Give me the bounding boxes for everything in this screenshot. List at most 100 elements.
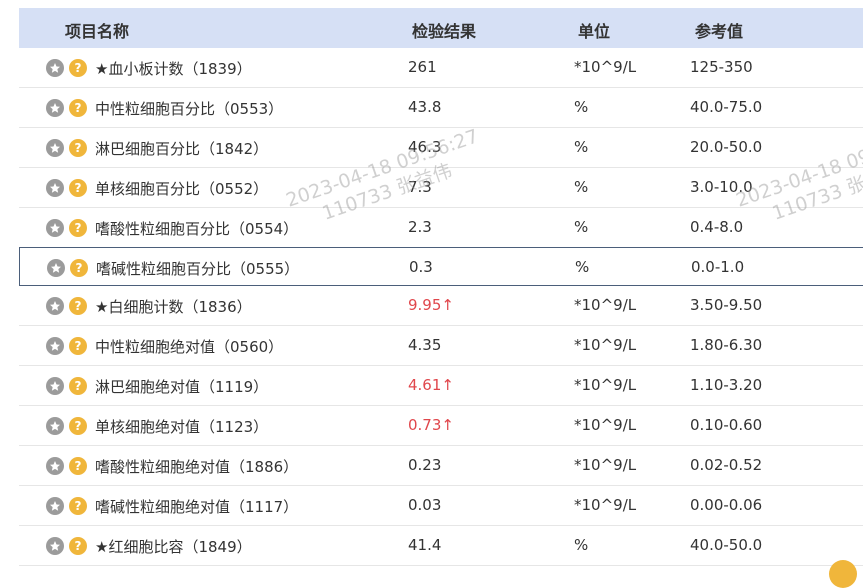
test-reference: 40.0-75.0 bbox=[690, 98, 763, 116]
table-row[interactable]: ? 嗜酸性粒细胞百分比（0554） 2.3% 0.4-8.0 bbox=[19, 208, 863, 248]
test-result: 46.3 bbox=[408, 138, 442, 156]
question-icon[interactable]: ? bbox=[69, 537, 87, 555]
question-icon[interactable]: ? bbox=[69, 297, 87, 315]
test-reference: 1.80-6.30 bbox=[690, 336, 763, 354]
test-result: 0.23 bbox=[408, 456, 442, 474]
test-name: 嗜酸性粒细胞绝对值（1886） bbox=[95, 458, 299, 476]
question-icon[interactable]: ? bbox=[69, 219, 87, 237]
table-row[interactable]: ? 嗜酸性粒细胞绝对值（1886） 0.23 *10^9/L 0.02-0.52 bbox=[19, 446, 863, 486]
star-icon[interactable] bbox=[46, 139, 64, 157]
header-unit: 单位 bbox=[578, 22, 611, 41]
test-unit: *10^9/L bbox=[574, 456, 637, 474]
question-icon[interactable]: ? bbox=[69, 99, 87, 117]
star-icon[interactable] bbox=[46, 537, 64, 555]
table-row[interactable]: ? 淋巴细胞绝对值（1119） 4.61↑ *10^9/L 1.10-3.20 bbox=[19, 366, 863, 406]
test-unit: % bbox=[574, 98, 589, 116]
table-row[interactable]: ? ★红细胞比容（1849） 41.4% 40.0-50.0 bbox=[19, 526, 863, 566]
test-name: 嗜酸性粒细胞百分比（0554） bbox=[95, 220, 299, 238]
table-row[interactable]: ? 淋巴细胞百分比（1842） 46.3% 20.0-50.0 bbox=[19, 128, 863, 168]
test-result: 0.03 bbox=[408, 496, 442, 514]
test-unit: % bbox=[574, 218, 589, 236]
test-unit: % bbox=[574, 178, 589, 196]
test-reference: 0.00-0.06 bbox=[690, 496, 763, 514]
test-name: 中性粒细胞绝对值（0560） bbox=[95, 338, 284, 356]
test-unit: *10^9/L bbox=[574, 496, 637, 514]
table-row[interactable]: ? ★血小板计数（1839） 261 *10^9/L 125-350 bbox=[19, 48, 863, 88]
test-name: 嗜碱性粒细胞绝对值（1117） bbox=[95, 498, 299, 516]
test-reference: 3.0-10.0 bbox=[690, 178, 753, 196]
test-reference: 125-350 bbox=[690, 58, 753, 76]
header-result: 检验结果 bbox=[412, 22, 477, 41]
star-icon[interactable] bbox=[46, 59, 64, 77]
test-result: 9.95↑ bbox=[408, 296, 454, 314]
abnormal-flag: ↑ bbox=[441, 296, 454, 314]
star-icon[interactable] bbox=[46, 219, 64, 237]
test-reference: 3.50-9.50 bbox=[690, 296, 763, 314]
test-reference: 0.10-0.60 bbox=[690, 416, 763, 434]
table-row[interactable]: ? 嗜碱性粒细胞百分比（0555） 0.3% 0.0-1.0 bbox=[19, 247, 863, 286]
test-unit: *10^9/L bbox=[574, 416, 637, 434]
table-body: ? ★血小板计数（1839） 261 *10^9/L 125-350? 中性粒细胞百分比（… bbox=[19, 48, 863, 566]
test-result: 0.3 bbox=[409, 258, 433, 276]
test-result: 0.73↑ bbox=[408, 416, 454, 434]
question-icon[interactable]: ? bbox=[69, 139, 87, 157]
table-row[interactable]: ? 中性粒细胞绝对值（0560） 4.35 *10^9/L 1.80-6.30 bbox=[19, 326, 863, 366]
test-unit: *10^9/L bbox=[574, 376, 637, 394]
star-icon[interactable] bbox=[46, 179, 64, 197]
header-name: 项目名称 bbox=[65, 22, 130, 41]
star-icon[interactable] bbox=[46, 99, 64, 117]
test-result: 43.8 bbox=[408, 98, 442, 116]
question-icon[interactable]: ? bbox=[69, 457, 87, 475]
test-name: 单核细胞绝对值（1123） bbox=[95, 418, 269, 436]
question-icon[interactable]: ? bbox=[69, 59, 87, 77]
test-name: 中性粒细胞百分比（0553） bbox=[95, 100, 284, 118]
abnormal-flag: ↑ bbox=[441, 416, 454, 434]
test-reference: 0.4-8.0 bbox=[690, 218, 744, 236]
test-result: 4.61↑ bbox=[408, 376, 454, 394]
table-row[interactable]: ? 单核细胞绝对值（1123） 0.73↑ *10^9/L 0.10-0.60 bbox=[19, 406, 863, 446]
star-icon[interactable] bbox=[46, 337, 64, 355]
test-unit: *10^9/L bbox=[574, 296, 637, 314]
test-reference: 40.0-50.0 bbox=[690, 536, 763, 554]
test-unit: % bbox=[575, 258, 590, 276]
star-icon[interactable] bbox=[47, 259, 65, 277]
test-reference: 0.0-1.0 bbox=[691, 258, 745, 276]
test-unit: % bbox=[574, 138, 589, 156]
test-name: ★白细胞计数（1836） bbox=[95, 298, 252, 316]
table-row[interactable]: ? 中性粒细胞百分比（0553） 43.8% 40.0-75.0 bbox=[19, 88, 863, 128]
test-name: 单核细胞百分比（0552） bbox=[95, 180, 269, 198]
star-icon[interactable] bbox=[46, 457, 64, 475]
test-result: 2.3 bbox=[408, 218, 432, 236]
test-result: 41.4 bbox=[408, 536, 442, 554]
test-reference: 0.02-0.52 bbox=[690, 456, 763, 474]
table-header: 项目名称 检验结果 单位 参考值 bbox=[19, 8, 863, 48]
test-name: ★血小板计数（1839） bbox=[95, 60, 252, 78]
test-name: 淋巴细胞绝对值（1119） bbox=[95, 378, 269, 396]
test-unit: *10^9/L bbox=[574, 336, 637, 354]
test-name: 淋巴细胞百分比（1842） bbox=[95, 140, 269, 158]
question-icon[interactable]: ? bbox=[69, 337, 87, 355]
test-reference: 1.10-3.20 bbox=[690, 376, 763, 394]
question-icon[interactable]: ? bbox=[69, 179, 87, 197]
test-result: 4.35 bbox=[408, 336, 442, 354]
lab-results-table: 项目名称 检验结果 单位 参考值 ? ★血小板计数（1839） 261 *10^9/L… bbox=[19, 8, 863, 566]
test-unit: % bbox=[574, 536, 589, 554]
header-ref: 参考值 bbox=[695, 22, 744, 41]
question-icon[interactable]: ? bbox=[70, 259, 88, 277]
question-icon[interactable]: ? bbox=[69, 377, 87, 395]
test-result: 7.3 bbox=[408, 178, 432, 196]
test-name: ★红细胞比容（1849） bbox=[95, 538, 252, 556]
table-row[interactable]: ? ★白细胞计数（1836） 9.95↑ *10^9/L 3.50-9.50 bbox=[19, 286, 863, 326]
test-reference: 20.0-50.0 bbox=[690, 138, 763, 156]
question-icon[interactable]: ? bbox=[69, 417, 87, 435]
test-name: 嗜碱性粒细胞百分比（0555） bbox=[96, 260, 300, 278]
star-icon[interactable] bbox=[46, 297, 64, 315]
question-icon[interactable]: ? bbox=[69, 497, 87, 515]
floating-action-button[interactable] bbox=[829, 560, 857, 588]
test-unit: *10^9/L bbox=[574, 58, 637, 76]
table-row[interactable]: ? 单核细胞百分比（0552） 7.3% 3.0-10.0 bbox=[19, 168, 863, 208]
table-row[interactable]: ? 嗜碱性粒细胞绝对值（1117） 0.03 *10^9/L 0.00-0.06 bbox=[19, 486, 863, 526]
star-icon[interactable] bbox=[46, 497, 64, 515]
star-icon[interactable] bbox=[46, 417, 64, 435]
star-icon[interactable] bbox=[46, 377, 64, 395]
